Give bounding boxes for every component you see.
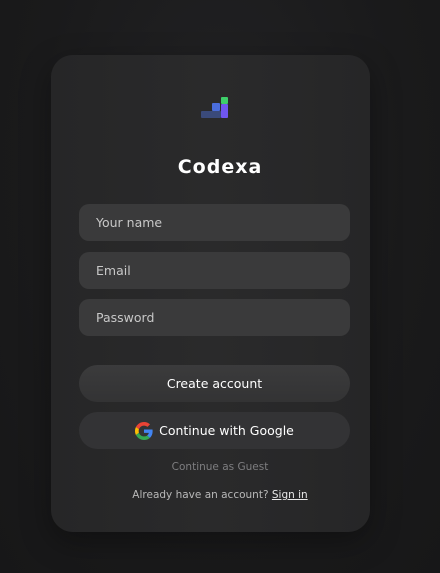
google-signin-button[interactable]: Continue with Google: [79, 412, 350, 449]
signin-prompt: Already have an account? Sign in: [0, 489, 440, 501]
name-field[interactable]: [79, 204, 350, 241]
create-account-label: Create account: [166, 376, 263, 391]
create-account-button[interactable]: Create account: [79, 365, 350, 402]
app-title: Codexa: [177, 156, 263, 178]
email-field[interactable]: [79, 252, 350, 289]
google-signin-label: Continue with Google: [159, 423, 294, 438]
codexa-logo-icon: [201, 97, 228, 118]
continue-as-guest-link[interactable]: Continue as Guest: [0, 461, 440, 473]
page-background: Codexa Create account Continue with Goog…: [0, 0, 440, 573]
signin-link[interactable]: Sign in: [272, 489, 308, 501]
signin-prompt-text: Already have an account?: [132, 489, 272, 501]
google-icon: [135, 421, 153, 440]
password-field[interactable]: [79, 299, 350, 336]
